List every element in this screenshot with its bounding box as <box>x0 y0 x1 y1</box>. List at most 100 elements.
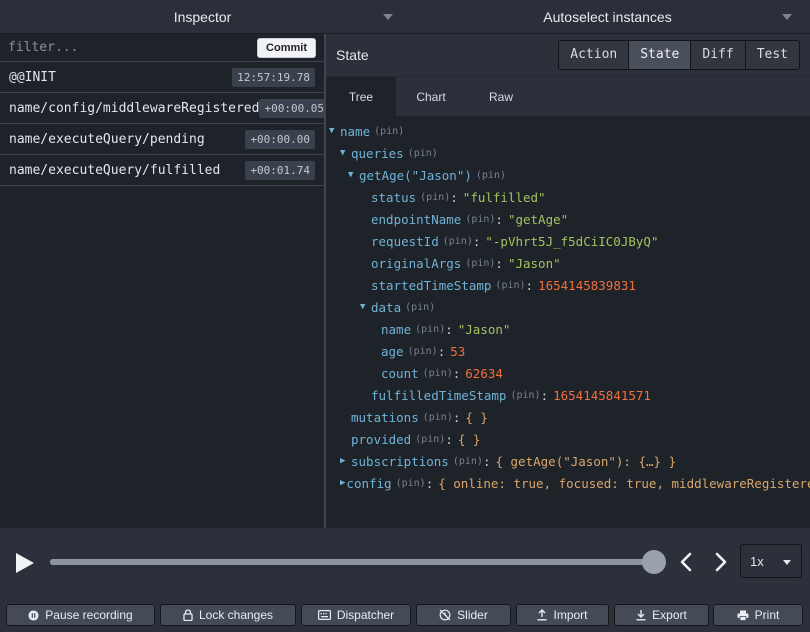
tree-node[interactable]: ▼ name (pin) <box>326 120 810 142</box>
speed-select[interactable]: 1x <box>740 544 802 578</box>
button-label: Lock changes <box>198 608 274 622</box>
caret-down-icon[interactable]: ▼ <box>340 148 350 158</box>
tree-node[interactable]: provided (pin):{ } <box>326 428 810 450</box>
tree-node[interactable]: endpointName (pin): "getAge" <box>326 208 810 230</box>
tree-colon: : <box>495 255 503 271</box>
tree-key: requestId <box>371 233 439 249</box>
pin-link[interactable]: (pin) <box>415 324 445 335</box>
button-label: Dispatcher <box>336 608 395 622</box>
caret-down-icon[interactable]: ▼ <box>348 170 358 180</box>
pause-circle-icon <box>28 609 39 621</box>
tab-diff[interactable]: Diff <box>691 41 746 69</box>
pin-link[interactable]: (pin) <box>405 302 435 313</box>
action-name: name/executeQuery/pending <box>9 131 205 147</box>
tree-node[interactable]: ▶ subscriptions (pin):{ getAge("Jason"): {… <box>326 450 810 472</box>
timeline-slider[interactable] <box>50 559 654 565</box>
action-item[interactable]: name/executeQuery/pending +00:00.00 <box>0 124 324 155</box>
tree-value: "Jason" <box>457 321 511 337</box>
tree-key: subscriptions <box>351 453 449 469</box>
action-item[interactable]: name/config/middlewareRegistered +00:00.0… <box>0 93 330 124</box>
tree-node[interactable]: ▼ queries (pin) <box>326 142 810 164</box>
pin-link[interactable]: (pin) <box>453 456 483 467</box>
export-button[interactable]: Export <box>614 604 709 626</box>
pin-link[interactable]: (pin) <box>374 126 404 137</box>
download-icon <box>636 609 646 621</box>
button-label: Pause recording <box>45 608 133 622</box>
tree-key: name <box>340 123 371 139</box>
caret-right-icon[interactable]: ▶ <box>340 478 345 488</box>
action-item[interactable]: name/executeQuery/fulfilled +00:01.74 <box>0 155 324 186</box>
tree-value: "Jason" <box>507 255 561 271</box>
tree-node[interactable]: count (pin):62634 <box>326 362 810 384</box>
pause-recording-button[interactable]: Pause recording <box>6 604 155 626</box>
tree-node[interactable]: age (pin):53 <box>326 340 810 362</box>
pin-link[interactable]: (pin) <box>476 170 506 181</box>
tree-node[interactable]: ▼ getAge("Jason") (pin) <box>326 164 810 186</box>
import-button[interactable]: Import <box>516 604 609 626</box>
tree-value: 62634 <box>465 365 503 381</box>
tree-key: status <box>371 189 417 205</box>
caret-down-icon[interactable]: ▼ <box>360 302 370 312</box>
pin-link[interactable]: (pin) <box>408 148 438 159</box>
subtab-chart[interactable]: Chart <box>396 77 466 116</box>
pin-link[interactable]: (pin) <box>420 192 450 203</box>
action-item[interactable]: @@INIT 12:57:19.78 <box>0 62 324 93</box>
play-icon[interactable] <box>16 553 34 573</box>
next-icon[interactable] <box>711 550 731 574</box>
tab-test[interactable]: Test <box>745 41 799 69</box>
instances-select[interactable]: Autoselect instances <box>405 0 810 34</box>
tree-colon: : <box>445 431 453 447</box>
pin-link[interactable]: (pin) <box>408 346 438 357</box>
pin-link[interactable]: (pin) <box>396 478 426 489</box>
tree-node[interactable]: mutations (pin):{ } <box>326 406 810 428</box>
tree-colon: : <box>525 277 534 293</box>
caret-right-icon[interactable]: ▶ <box>340 456 350 466</box>
pin-link[interactable]: (pin) <box>465 214 495 225</box>
subtab-raw[interactable]: Raw <box>466 77 536 116</box>
pin-link[interactable]: (pin) <box>465 258 495 269</box>
pin-link[interactable]: (pin) <box>415 434 445 445</box>
tree-colon: : <box>472 233 481 249</box>
dispatcher-button[interactable]: Dispatcher <box>301 604 411 626</box>
filter-input[interactable] <box>8 40 258 55</box>
lock-changes-button[interactable]: Lock changes <box>160 604 296 626</box>
tree-colon: : <box>437 343 446 359</box>
subtab-tree[interactable]: Tree <box>326 77 396 116</box>
tree-value: 1654145839831 <box>538 277 636 293</box>
print-button[interactable]: Print <box>713 604 803 626</box>
tree-node[interactable]: ▼ data (pin) <box>326 296 810 318</box>
tree-key: getAge("Jason") <box>359 167 472 183</box>
tab-action[interactable]: Action <box>559 41 630 69</box>
tree-node[interactable]: name (pin): "Jason" <box>326 318 810 340</box>
tree-node[interactable]: requestId (pin): "-pVhrt5J_f5dCiIC0JByQ" <box>326 230 810 252</box>
action-time: +00:01.74 <box>245 160 315 180</box>
tree-node[interactable]: originalArgs (pin): "Jason" <box>326 252 810 274</box>
pin-link[interactable]: (pin) <box>510 390 540 401</box>
tree-node[interactable]: startedTimeStamp (pin):1654145839831 <box>326 274 810 296</box>
tree-key: endpointName <box>371 211 462 227</box>
state-panel: State Action State Diff Test Tree Chart Raw ▼… <box>326 34 810 528</box>
pin-link[interactable]: (pin) <box>423 412 453 423</box>
print-icon <box>737 610 749 621</box>
filter-row: Commit <box>0 34 324 62</box>
speed-value: 1x <box>750 553 764 569</box>
pin-link[interactable]: (pin) <box>423 368 453 379</box>
tree-node[interactable]: status (pin): "fulfilled" <box>326 186 810 208</box>
slider-button[interactable]: Slider <box>416 604 511 626</box>
tree-colon: : <box>452 365 461 381</box>
previous-icon[interactable] <box>676 550 696 574</box>
timeline-handle[interactable] <box>642 550 666 574</box>
button-label: Import <box>553 608 588 622</box>
caret-down-icon[interactable]: ▼ <box>329 126 339 136</box>
chevron-down-icon <box>782 14 792 20</box>
tree-node[interactable]: ▶ config (pin):{ online: true, focused: tr… <box>326 472 810 494</box>
tree-colon: : <box>445 321 453 337</box>
action-name: name/executeQuery/fulfilled <box>9 162 221 178</box>
commit-button[interactable]: Commit <box>257 37 316 58</box>
pin-link[interactable]: (pin) <box>495 280 525 291</box>
action-time: 12:57:19.78 <box>232 67 315 87</box>
inspector-select[interactable]: Inspector <box>0 0 405 34</box>
tab-state[interactable]: State <box>629 41 692 69</box>
tree-node[interactable]: fulfilledTimeStamp (pin):1654145841571 <box>326 384 810 406</box>
pin-link[interactable]: (pin) <box>443 236 473 247</box>
